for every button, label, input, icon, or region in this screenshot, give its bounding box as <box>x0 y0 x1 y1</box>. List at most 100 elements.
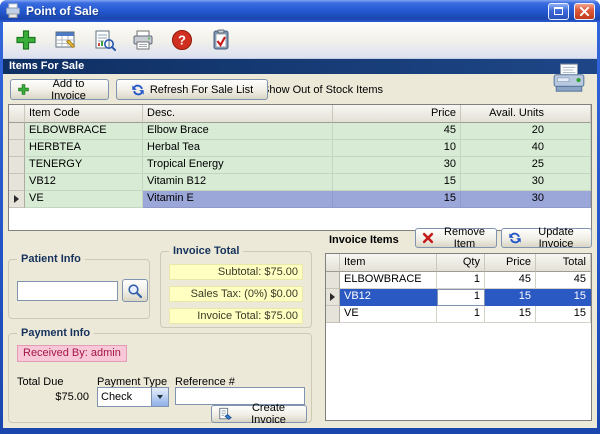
cell-desc[interactable]: Tropical Energy <box>143 157 333 174</box>
row-indicator <box>326 272 340 289</box>
col-item[interactable]: Item <box>340 254 437 272</box>
cell-qty[interactable]: 1 <box>437 306 485 323</box>
row-indicator <box>326 306 340 323</box>
cell-total[interactable]: 15 <box>536 306 591 323</box>
add-to-invoice-button[interactable]: Add to Invoice <box>10 79 109 100</box>
cell-item-code[interactable]: TENERGY <box>25 157 143 174</box>
cell-item[interactable]: VB12 <box>340 289 437 306</box>
cell-qty[interactable]: 1 <box>437 272 485 289</box>
svg-text:?: ? <box>178 33 186 48</box>
invoice-items-title: Invoice Items <box>329 234 399 246</box>
cell-total[interactable]: 45 <box>536 272 591 289</box>
chevron-down-icon <box>157 395 163 399</box>
help-icon[interactable]: ? <box>169 27 195 53</box>
cell-item-code[interactable]: HERBTEA <box>25 140 143 157</box>
cell-item-code[interactable]: VB12 <box>25 174 143 191</box>
cell-price[interactable]: 30 <box>333 157 461 174</box>
tasks-icon[interactable] <box>208 27 234 53</box>
items-grid-row[interactable]: VEVitamin E1530 <box>9 191 591 208</box>
close-button[interactable] <box>574 3 595 20</box>
col-item-code[interactable]: Item Code <box>25 105 143 123</box>
invoice-grid-row[interactable]: VB1211515 <box>326 289 591 306</box>
row-indicator <box>9 191 25 208</box>
col-qty[interactable]: Qty <box>437 254 485 272</box>
col-avail-units[interactable]: Avail. Units <box>461 105 591 123</box>
invoice-total-title: Invoice Total <box>169 245 243 257</box>
cell-desc[interactable]: Herbal Tea <box>143 140 333 157</box>
payment-type-value: Check <box>98 391 151 403</box>
invoice-items-grid[interactable]: Item Qty Price Total ELBOWBRACE14545VB12… <box>325 253 592 421</box>
cell-price[interactable]: 15 <box>333 174 461 191</box>
remove-x-icon <box>422 232 434 244</box>
update-invoice-label: Update Invoice <box>527 226 585 250</box>
cell-desc[interactable]: Vitamin E <box>143 191 333 208</box>
window-title: Point of Sale <box>26 4 99 18</box>
create-invoice-icon <box>218 407 232 421</box>
titlebar[interactable]: Point of Sale <box>0 0 600 22</box>
maximize-icon <box>554 7 563 15</box>
invoice-grid-rows: ELBOWBRACE14545VB1211515VE11515 <box>326 272 591 323</box>
magnifier-icon <box>127 283 143 299</box>
cell-avail-units[interactable]: 25 <box>461 157 591 174</box>
cell-avail-units[interactable]: 30 <box>461 191 591 208</box>
cell-price[interactable]: 45 <box>333 123 461 140</box>
col-desc[interactable]: Desc. <box>143 105 333 123</box>
reports-icon[interactable] <box>91 27 117 53</box>
cell-price[interactable]: 10 <box>333 140 461 157</box>
current-row-arrow-icon <box>14 195 19 203</box>
receipt-printer-icon <box>551 63 587 100</box>
update-invoice-button[interactable]: Update Invoice <box>501 228 592 248</box>
cell-price[interactable]: 15 <box>485 289 536 306</box>
cell-price[interactable]: 15 <box>333 191 461 208</box>
cell-item[interactable]: VE <box>340 306 437 323</box>
cell-total[interactable]: 15 <box>536 289 591 306</box>
payment-info-groupbox: Payment Info Received By: admin Total Du… <box>8 333 312 423</box>
cell-price[interactable]: 15 <box>485 306 536 323</box>
maximize-button[interactable] <box>548 3 569 20</box>
create-invoice-button[interactable]: Create Invoice <box>211 405 307 423</box>
update-refresh-icon <box>508 231 522 245</box>
print-icon[interactable] <box>130 27 156 53</box>
col-indicator <box>9 105 25 123</box>
invoice-grid-row[interactable]: VE11515 <box>326 306 591 323</box>
refresh-for-sale-list-button[interactable]: Refresh For Sale List <box>116 79 268 100</box>
cell-avail-units[interactable]: 30 <box>461 174 591 191</box>
payment-type-select[interactable]: Check <box>97 387 169 407</box>
items-grid-rows: ELBOWBRACEElbow Brace4520HERBTEAHerbal T… <box>9 123 591 208</box>
row-indicator <box>9 140 25 157</box>
cell-desc[interactable]: Elbow Brace <box>143 123 333 140</box>
items-grid-row[interactable]: HERBTEAHerbal Tea1040 <box>9 140 591 157</box>
invoice-grid-row[interactable]: ELBOWBRACE14545 <box>326 272 591 289</box>
cell-item[interactable]: ELBOWBRACE <box>340 272 437 289</box>
items-grid-row[interactable]: TENERGYTropical Energy3025 <box>9 157 591 174</box>
col-total[interactable]: Total <box>536 254 591 272</box>
patient-search-button[interactable] <box>122 279 148 302</box>
cell-desc[interactable]: Vitamin B12 <box>143 174 333 191</box>
app-window: Point of Sale <box>0 0 600 434</box>
cell-item-code[interactable]: ELBOWBRACE <box>25 123 143 140</box>
row-indicator <box>9 123 25 140</box>
items-grid-row[interactable]: VB12Vitamin B121530 <box>9 174 591 191</box>
add-icon[interactable] <box>13 27 39 53</box>
invoice-total-groupbox: Invoice Total Subtotal: $75.00 Sales Tax… <box>160 251 312 328</box>
cell-qty[interactable]: 1 <box>437 289 485 306</box>
show-out-of-stock-label: Show Out of Stock Items <box>262 84 383 96</box>
refresh-for-sale-list-label: Refresh For Sale List <box>150 84 253 96</box>
col-price[interactable]: Price <box>333 105 461 123</box>
patient-info-title: Patient Info <box>17 253 85 265</box>
app-icon <box>5 3 21 19</box>
items-grid-row[interactable]: ELBOWBRACEElbow Brace4520 <box>9 123 591 140</box>
remove-item-button[interactable]: Remove Item <box>415 228 497 248</box>
items-grid-header: Item Code Desc. Price Avail. Units <box>9 105 591 123</box>
items-for-sale-grid[interactable]: Item Code Desc. Price Avail. Units ELBOW… <box>8 104 592 231</box>
col-price[interactable]: Price <box>485 254 536 272</box>
add-small-icon <box>17 83 30 96</box>
cell-item-code[interactable]: VE <box>25 191 143 208</box>
cell-avail-units[interactable]: 20 <box>461 123 591 140</box>
cell-price[interactable]: 45 <box>485 272 536 289</box>
row-indicator <box>9 157 25 174</box>
patient-search-input[interactable] <box>17 281 118 301</box>
cell-avail-units[interactable]: 40 <box>461 140 591 157</box>
combo-dropdown-button[interactable] <box>151 388 168 406</box>
invoices-icon[interactable] <box>52 27 78 53</box>
